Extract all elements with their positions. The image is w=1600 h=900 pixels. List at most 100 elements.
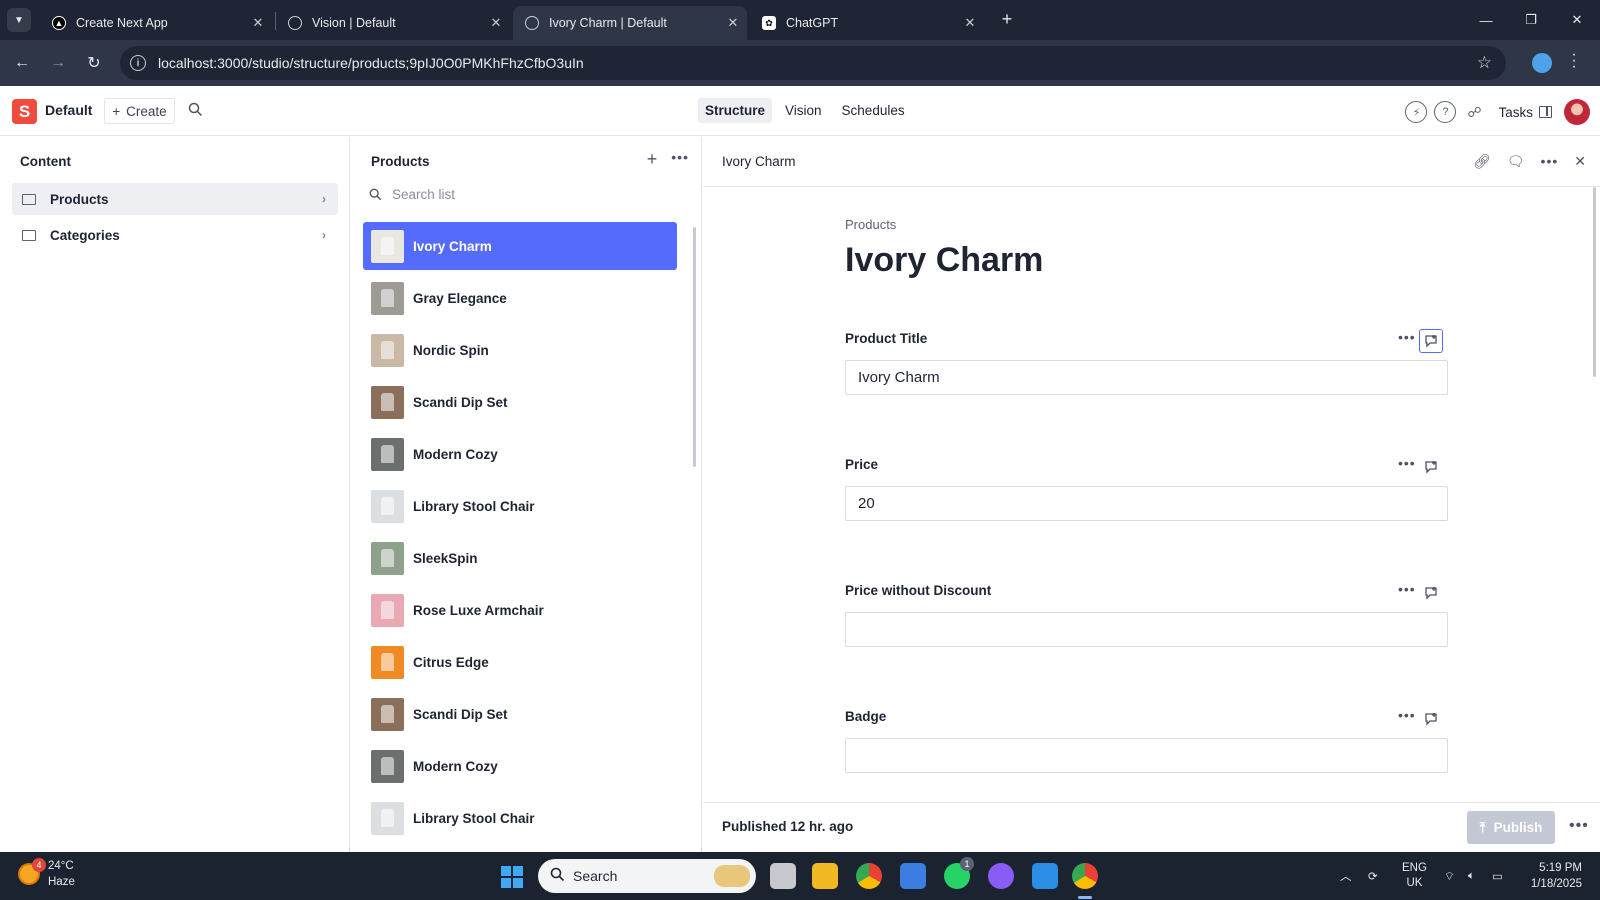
list-pane-title: Products [371,154,430,169]
link-icon[interactable]: 🔗︎ [1473,153,1491,170]
browser-menu-icon[interactable]: · · · [1568,47,1580,75]
list-item[interactable]: Modern Cozy [363,742,677,790]
user-avatar[interactable] [1564,99,1590,125]
list-item[interactable]: Modern Cozy [363,430,677,478]
list-item[interactable]: Nordic Spin [363,326,677,374]
file-explorer-icon[interactable] [812,863,838,889]
lightning-icon[interactable]: ⚡ [1405,101,1428,123]
show-hidden-icons-icon[interactable]: ︿ [1340,852,1352,900]
publish-button[interactable]: ⤒ Publish [1467,811,1555,844]
field-menu-icon[interactable]: ••• [1398,329,1416,345]
field-menu-icon[interactable]: ••• [1398,455,1416,471]
content-item-categories[interactable]: Categories › [12,219,338,251]
tab-chatgpt[interactable]: ✿ ChatGPT ✕ [750,6,984,40]
nav-schedules[interactable]: Schedules [835,98,912,123]
search-list-input[interactable]: Search list [392,187,455,202]
field-menu-icon[interactable]: ••• [1398,707,1416,723]
price-without-discount-input[interactable] [845,612,1448,647]
product-thumbnail [371,749,404,783]
tasks-button[interactable]: Tasks [1498,105,1533,120]
minimize-window-icon[interactable]: — [1463,0,1509,40]
list-item[interactable]: Scandi Dip Set [363,378,677,426]
list-item[interactable]: SleekSpin [363,534,677,582]
weather-widget[interactable]: 4 24°C Haze [18,858,75,890]
reload-icon[interactable]: ↻ [82,51,106,75]
windows-start-icon[interactable] [501,866,523,888]
add-comment-icon[interactable] [1419,581,1443,605]
field-menu-icon[interactable]: ••• [1398,581,1416,597]
list-scrollbar[interactable] [693,227,696,467]
nav-vision[interactable]: Vision [778,98,829,123]
comments-icon[interactable]: 🗨︎ [1507,153,1525,170]
restore-window-icon[interactable]: ❐ [1508,0,1554,40]
plus-icon: + [112,103,121,119]
add-comment-icon[interactable] [1419,707,1443,731]
list-item-label: Rose Luxe Armchair [413,602,544,618]
windows-taskbar: 4 24°C Haze Search 1 ︿ ⟳ ENG UK ⌔ 🔈︎ ▭ 5… [0,852,1600,900]
more-actions-icon[interactable]: ••• [1569,817,1589,835]
list-item[interactable]: Library Stool Chair [363,794,677,842]
more-options-icon[interactable]: ••• [671,149,689,170]
bookmark-star-icon[interactable]: ☆ [1477,53,1492,73]
wifi-icon[interactable]: ⌔ [1444,852,1455,900]
forward-arrow-icon[interactable]: → [46,51,70,75]
sync-icon[interactable]: ⟳ [1368,852,1378,900]
list-item[interactable]: Rose Luxe Armchair [363,586,677,634]
add-comment-icon[interactable] [1419,455,1443,479]
list-search[interactable]: Search list [369,187,455,202]
taskbar-search[interactable]: Search [538,859,756,893]
task-view-icon[interactable] [770,863,796,889]
close-tab-icon[interactable]: ✕ [956,15,984,31]
chrome-icon[interactable] [856,863,882,889]
vscode-icon[interactable] [1032,863,1058,889]
create-button[interactable]: + Create [104,98,175,124]
close-window-icon[interactable]: ✕ [1554,0,1600,40]
system-clock[interactable]: 5:19 PM 1/18/2025 [1518,860,1582,892]
price-input[interactable]: 20 [845,486,1448,521]
close-tab-icon[interactable]: ✕ [244,15,272,31]
more-options-icon[interactable]: ••• [1541,153,1559,170]
breadcrumb[interactable]: Products [845,217,896,232]
close-tab-icon[interactable]: ✕ [482,15,510,31]
list-item[interactable]: Gray Elegance [363,274,677,322]
chrome-active-icon[interactable] [1072,863,1098,889]
sanity-logo[interactable]: S [12,99,37,124]
list-item[interactable]: Citrus Edge [363,638,677,686]
document-scrollbar[interactable] [1593,187,1596,377]
github-icon[interactable] [988,863,1014,889]
search-icon [550,867,565,885]
document-actions: 🔗︎ 🗨︎ ••• ✕ [1473,153,1586,170]
close-tab-icon[interactable]: ✕ [719,15,747,31]
list-item[interactable]: Scandi Dip Set [363,690,677,738]
volume-icon[interactable]: 🔈︎ [1468,852,1475,900]
notepad-icon[interactable] [900,863,926,889]
address-bar[interactable]: i localhost:3000/studio/structure/produc… [120,46,1506,80]
add-comment-icon[interactable] [1419,329,1443,353]
language-indicator[interactable]: ENG UK [1402,852,1427,900]
profile-avatar-icon[interactable] [1532,53,1552,73]
list-item[interactable]: Ivory Charm [363,222,677,270]
battery-icon[interactable]: ▭ [1492,852,1503,900]
tab-vision-default[interactable]: Vision | Default ✕ [276,6,510,40]
add-document-icon[interactable]: + [647,149,658,170]
new-tab-button[interactable]: + [995,8,1019,32]
close-icon[interactable]: ✕ [1574,153,1586,170]
content-item-products[interactable]: Products › [12,183,338,215]
list-item[interactable]: Library Stool Chair [363,482,677,530]
help-icon[interactable]: ? [1434,101,1457,123]
back-arrow-icon[interactable]: ← [10,51,34,75]
url-text[interactable]: localhost:3000/studio/structure/products… [158,55,1477,71]
tab-create-next-app[interactable]: ▲ Create Next App ✕ [40,6,272,40]
nav-structure[interactable]: Structure [698,98,773,123]
split-panel-icon[interactable] [1539,106,1552,118]
workspace-name[interactable]: Default [45,102,92,118]
whatsapp-icon[interactable]: 1 [944,857,974,889]
site-info-icon[interactable]: i [130,55,146,71]
product-title-input[interactable]: Ivory Charm [845,360,1448,395]
tab-ivory-charm-default[interactable]: Ivory Charm | Default ✕ [513,6,747,40]
badge-input[interactable] [845,738,1448,773]
field-label-price-without-discount: Price without Discount [845,583,992,598]
tab-search-chevron-icon[interactable]: ▼ [7,8,31,32]
search-icon[interactable] [188,102,203,117]
people-icon[interactable]: ☍ [1463,101,1485,123]
